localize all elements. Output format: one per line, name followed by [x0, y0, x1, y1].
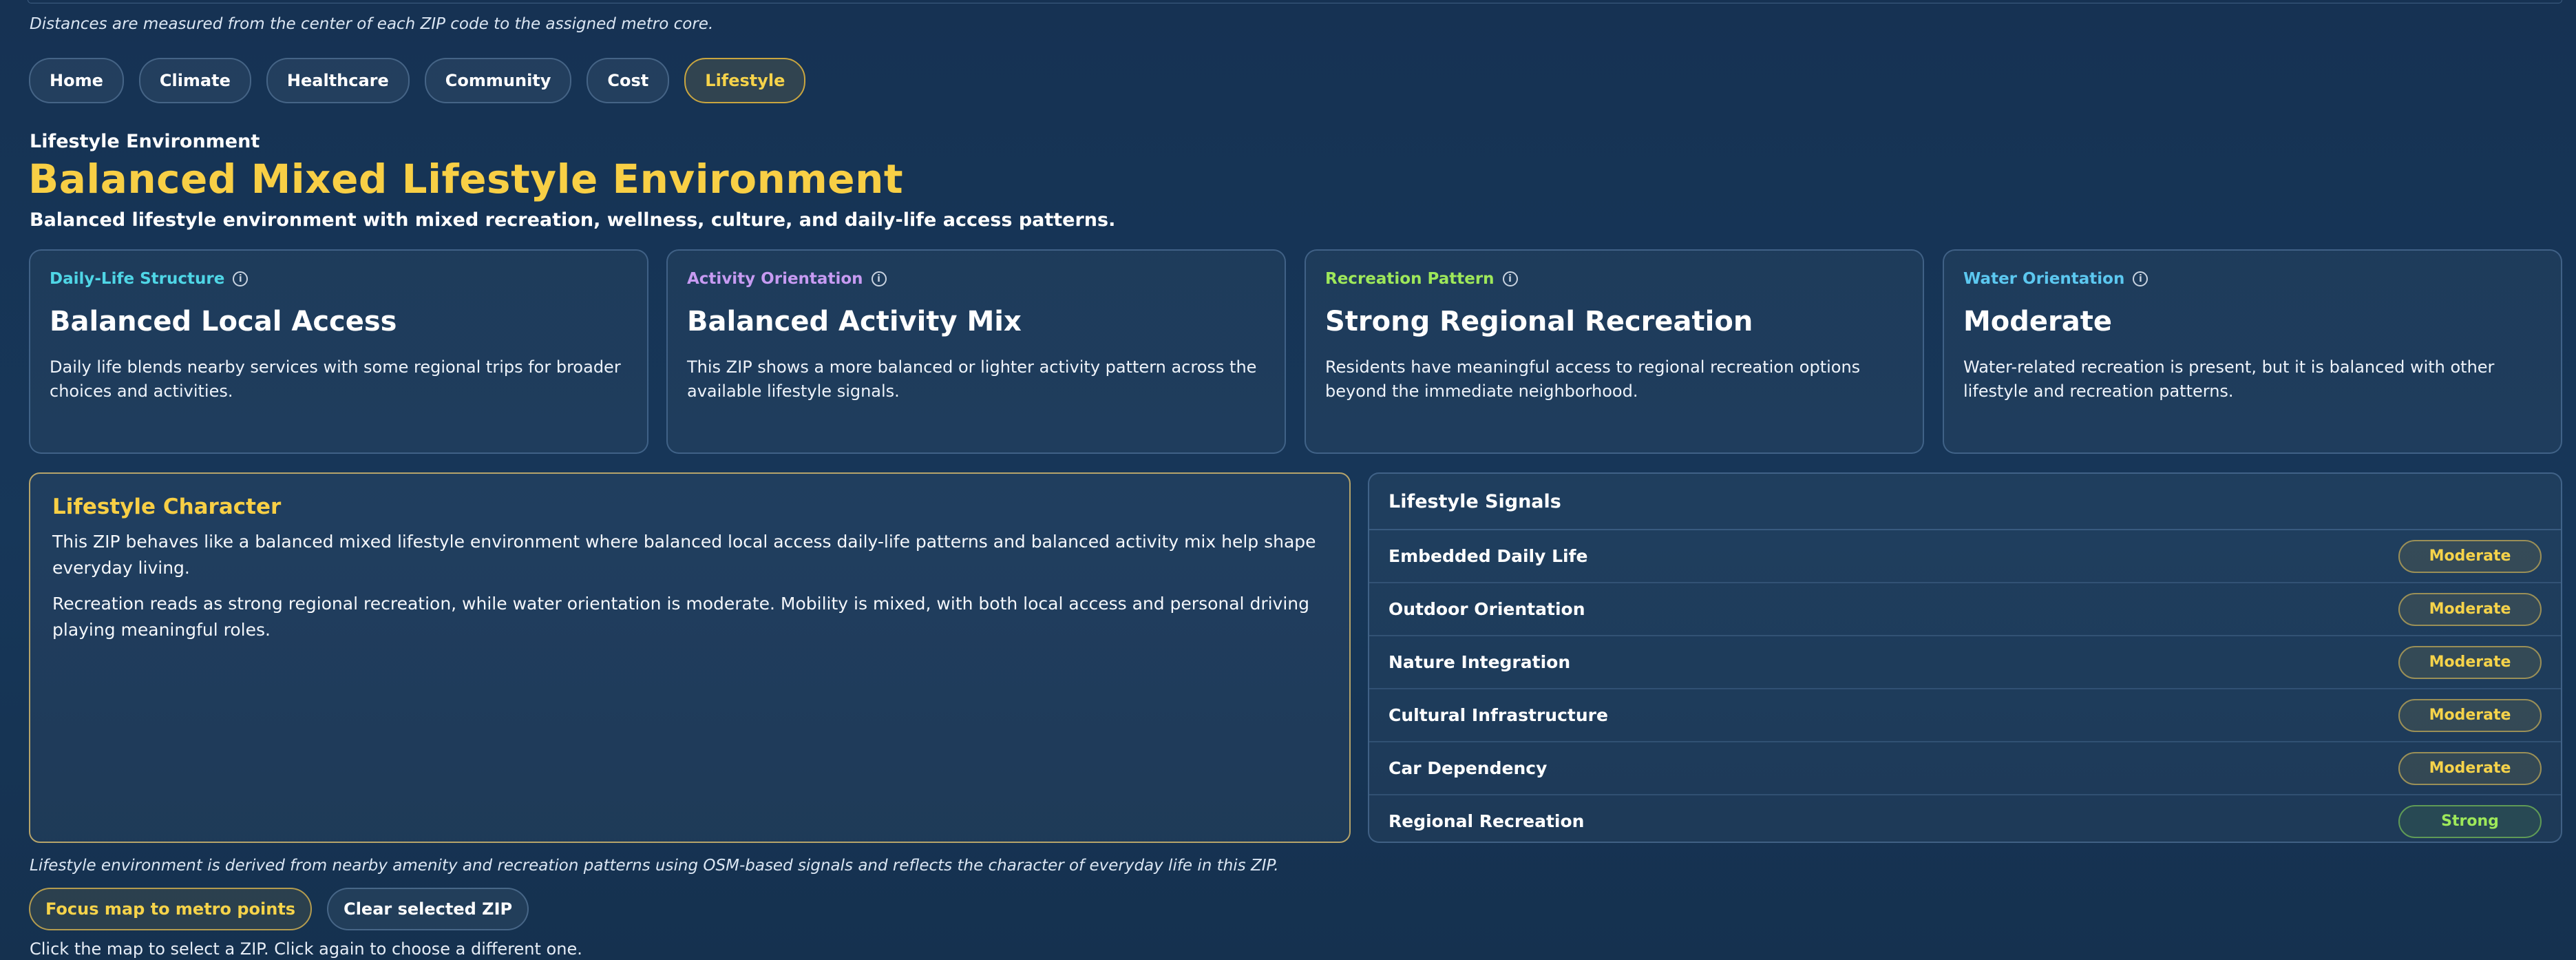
- character-title: Lifestyle Character: [52, 494, 282, 519]
- tab-home[interactable]: Home: [29, 58, 124, 103]
- info-icon[interactable]: i: [1502, 271, 1518, 286]
- signal-row: Embedded Daily Life Moderate: [1369, 530, 2561, 583]
- section-label: Lifestyle Environment: [30, 131, 260, 152]
- card-title: Moderate: [1963, 306, 2113, 337]
- focus-map-button[interactable]: Focus map to metro points: [29, 888, 313, 930]
- signal-badge: Moderate: [2398, 751, 2542, 785]
- signal-badge: Moderate: [2398, 645, 2542, 679]
- card-label: Activity Orientation: [687, 270, 863, 288]
- signal-name: Embedded Daily Life: [1389, 546, 1588, 566]
- card-label: Daily-Life Structure: [50, 270, 225, 288]
- lifestyle-signals-panel: Lifestyle Signals Embedded Daily Life Mo…: [1368, 472, 2562, 843]
- tab-community[interactable]: Community: [424, 58, 572, 103]
- signal-name: Nature Integration: [1389, 652, 1571, 672]
- signal-name: Cultural Infrastructure: [1389, 705, 1608, 725]
- signal-row: Car Dependency Moderate: [1369, 742, 2561, 795]
- card-label-row: Activity Orientation i: [687, 270, 1265, 288]
- card-label-row: Daily-Life Structure i: [50, 270, 628, 288]
- signal-badge: Moderate: [2398, 698, 2542, 732]
- tab-bar: Home Climate Healthcare Community Cost L…: [29, 58, 806, 103]
- tab-cost[interactable]: Cost: [587, 58, 670, 103]
- tab-lifestyle[interactable]: Lifestyle: [684, 58, 806, 103]
- card-label-row: Water Orientation i: [1963, 270, 2542, 288]
- signal-row: Cultural Infrastructure Moderate: [1369, 689, 2561, 742]
- card-label: Recreation Pattern: [1325, 270, 1495, 288]
- lifestyle-character-panel: Lifestyle Character This ZIP behaves lik…: [29, 472, 1351, 843]
- info-icon[interactable]: i: [233, 271, 249, 286]
- card-description: Residents have meaningful access to regi…: [1325, 357, 1861, 401]
- top-panel-edge: [28, 0, 2562, 3]
- signal-badge: Moderate: [2398, 539, 2542, 573]
- signal-row: Nature Integration Moderate: [1369, 636, 2561, 689]
- card-water-orientation: Water Orientation i Moderate Water-relat…: [1943, 249, 2562, 454]
- character-paragraph: This ZIP behaves like a balanced mixed l…: [52, 532, 1316, 578]
- tab-climate[interactable]: Climate: [138, 58, 251, 103]
- card-daily-life-structure: Daily-Life Structure i Balanced Local Ac…: [29, 249, 648, 454]
- distance-note: Distances are measured from the center o…: [30, 15, 714, 33]
- card-description: Daily life blends nearby services with s…: [50, 357, 621, 401]
- info-icon[interactable]: i: [2133, 271, 2149, 286]
- signal-badge: Strong: [2398, 804, 2542, 838]
- page-title: Balanced Mixed Lifestyle Environment: [28, 156, 904, 202]
- map-actions: Focus map to metro points Clear selected…: [29, 888, 529, 930]
- card-title: Balanced Activity Mix: [687, 306, 1022, 337]
- clear-zip-button[interactable]: Clear selected ZIP: [327, 888, 529, 930]
- derivation-note: Lifestyle environment is derived from ne…: [30, 857, 1279, 875]
- card-description: Water-related recreation is present, but…: [1963, 357, 2495, 401]
- card-recreation-pattern: Recreation Pattern i Strong Regional Rec…: [1305, 249, 1924, 454]
- card-title: Balanced Local Access: [50, 306, 397, 337]
- signal-badge: Moderate: [2398, 592, 2542, 626]
- card-description: This ZIP shows a more balanced or lighte…: [687, 357, 1257, 401]
- card-title: Strong Regional Recreation: [1325, 306, 1753, 337]
- character-paragraph: Recreation reads as strong regional recr…: [52, 594, 1310, 640]
- signal-name: Outdoor Orientation: [1389, 599, 1585, 619]
- card-activity-orientation: Activity Orientation i Balanced Activity…: [666, 249, 1286, 454]
- card-label-row: Recreation Pattern i: [1325, 270, 1903, 288]
- signal-name: Regional Recreation: [1389, 811, 1585, 831]
- page-subtitle: Balanced lifestyle environment with mixe…: [30, 209, 1116, 231]
- info-icon[interactable]: i: [871, 271, 887, 286]
- card-label: Water Orientation: [1963, 270, 2125, 288]
- signal-name: Car Dependency: [1389, 758, 1548, 778]
- tab-healthcare[interactable]: Healthcare: [266, 58, 410, 103]
- signal-row: Outdoor Orientation Moderate: [1369, 583, 2561, 636]
- signal-row: Regional Recreation Strong: [1369, 795, 2561, 842]
- signals-title: Lifestyle Signals: [1369, 474, 2561, 530]
- map-hint: Click the map to select a ZIP. Click aga…: [30, 939, 582, 959]
